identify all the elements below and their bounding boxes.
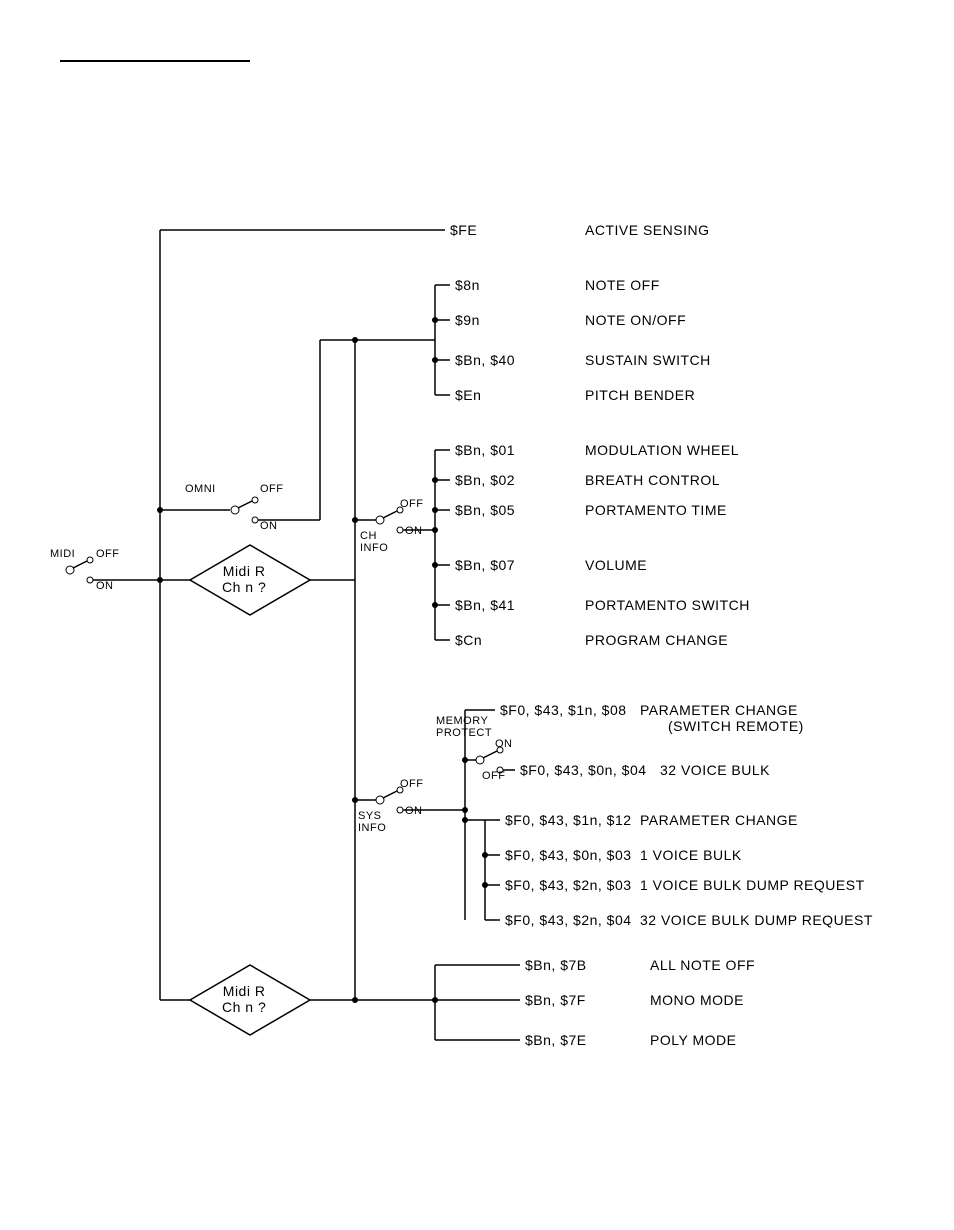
decision-2-label: Midi R Ch n ? bbox=[222, 983, 266, 1015]
g3-code-2: $Bn, $05 bbox=[455, 502, 515, 518]
sysinfo-off-label: OFF bbox=[400, 778, 424, 790]
g4a-code-1: $F0, $43, $0n, $04 bbox=[520, 762, 647, 778]
g3-code-0: $Bn, $01 bbox=[455, 442, 515, 458]
memprot-switch-label: MEMORY PROTECT bbox=[436, 715, 492, 739]
g2-code-3: $En bbox=[455, 387, 481, 403]
g5-desc-0: ALL NOTE OFF bbox=[650, 957, 755, 973]
g1-desc-0: ACTIVE SENSING bbox=[585, 222, 709, 238]
g2-code-0: $8n bbox=[455, 277, 480, 293]
g5-code-2: $Bn, $7E bbox=[525, 1032, 587, 1048]
flow-svg bbox=[0, 0, 954, 1230]
g3-desc-4: PORTAMENTO SWITCH bbox=[585, 597, 750, 613]
g5-desc-2: POLY MODE bbox=[650, 1032, 736, 1048]
g2-code-1: $9n bbox=[455, 312, 480, 328]
g3-desc-2: PORTAMENTO TIME bbox=[585, 502, 727, 518]
g3-code-3: $Bn, $07 bbox=[455, 557, 515, 573]
midi-off-label: OFF bbox=[96, 548, 120, 560]
sysinfo-switch-label: SYS INFO bbox=[358, 810, 386, 834]
g3-desc-3: VOLUME bbox=[585, 557, 647, 573]
g4a-desc-1: 32 VOICE BULK bbox=[660, 762, 770, 778]
omni-off-label: OFF bbox=[260, 483, 284, 495]
g2-desc-0: NOTE OFF bbox=[585, 277, 660, 293]
midi-switch-label: MIDI bbox=[50, 548, 75, 560]
g3-code-4: $Bn, $41 bbox=[455, 597, 515, 613]
midi-on-label: ON bbox=[96, 580, 114, 592]
g4a-desc2-0: (SWITCH REMOTE) bbox=[668, 718, 804, 734]
g1-code-0: $FE bbox=[450, 222, 477, 238]
g2-code-2: $Bn, $40 bbox=[455, 352, 515, 368]
g3-desc-1: BREATH CONTROL bbox=[585, 472, 720, 488]
sysinfo-on-label: ON bbox=[405, 805, 423, 817]
chinfo-switch-label: CH INFO bbox=[360, 530, 388, 554]
chinfo-off-label: OFF bbox=[400, 498, 424, 510]
g4b-desc-0: PARAMETER CHANGE bbox=[640, 812, 798, 828]
g5-code-0: $Bn, $7B bbox=[525, 957, 587, 973]
g4b-code-0: $F0, $43, $1n, $12 bbox=[505, 812, 632, 828]
memprot-on-label: ON bbox=[495, 738, 513, 750]
g4b-desc-3: 32 VOICE BULK DUMP REQUEST bbox=[640, 912, 873, 928]
g3-desc-0: MODULATION WHEEL bbox=[585, 442, 739, 458]
g2-desc-3: PITCH BENDER bbox=[585, 387, 695, 403]
g4a-desc-0: PARAMETER CHANGE bbox=[640, 702, 798, 718]
g2-desc-1: NOTE ON/OFF bbox=[585, 312, 686, 328]
g4b-code-3: $F0, $43, $2n, $04 bbox=[505, 912, 632, 928]
g3-code-5: $Cn bbox=[455, 632, 482, 648]
g4b-desc-1: 1 VOICE BULK bbox=[640, 847, 742, 863]
g4b-code-1: $F0, $43, $0n, $03 bbox=[505, 847, 632, 863]
g5-code-1: $Bn, $7F bbox=[525, 992, 586, 1008]
g4b-desc-2: 1 VOICE BULK DUMP REQUEST bbox=[640, 877, 865, 893]
g3-desc-5: PROGRAM CHANGE bbox=[585, 632, 728, 648]
chinfo-on-label: ON bbox=[405, 525, 423, 537]
memprot-off-label: OFF bbox=[482, 770, 506, 782]
decision-1-label: Midi R Ch n ? bbox=[222, 563, 266, 595]
g2-desc-2: SUSTAIN SWITCH bbox=[585, 352, 711, 368]
g3-code-1: $Bn, $02 bbox=[455, 472, 515, 488]
g5-desc-1: MONO MODE bbox=[650, 992, 744, 1008]
omni-on-label: ON bbox=[260, 520, 278, 532]
g4a-code-0: $F0, $43, $1n, $08 bbox=[500, 702, 627, 718]
omni-switch-label: OMNI bbox=[185, 483, 216, 495]
g4b-code-2: $F0, $43, $2n, $03 bbox=[505, 877, 632, 893]
